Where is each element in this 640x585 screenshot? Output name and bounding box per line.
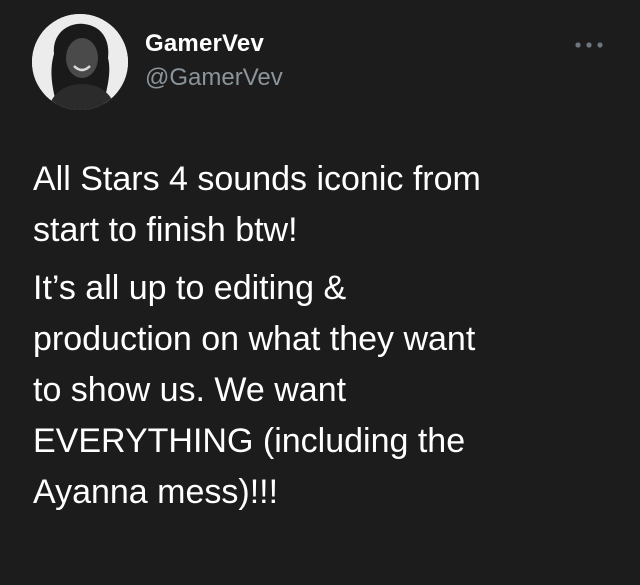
tweet-paragraph: It’s all up to editing & production on w…: [33, 269, 476, 511]
tweet-paragraph: All Stars 4 sounds iconic from start to …: [33, 160, 481, 249]
avatar[interactable]: [32, 14, 128, 110]
more-options-button[interactable]: [572, 36, 608, 54]
profile-photo-icon: [32, 14, 128, 110]
display-name[interactable]: GamerVev: [145, 30, 264, 58]
tweet-card: GamerVev @GamerVev All Stars 4 sounds ic…: [0, 0, 640, 585]
tweet-text: All Stars 4 sounds iconic from start to …: [33, 154, 623, 518]
user-handle[interactable]: @GamerVev: [145, 64, 283, 92]
more-horizontal-icon: [575, 42, 603, 48]
